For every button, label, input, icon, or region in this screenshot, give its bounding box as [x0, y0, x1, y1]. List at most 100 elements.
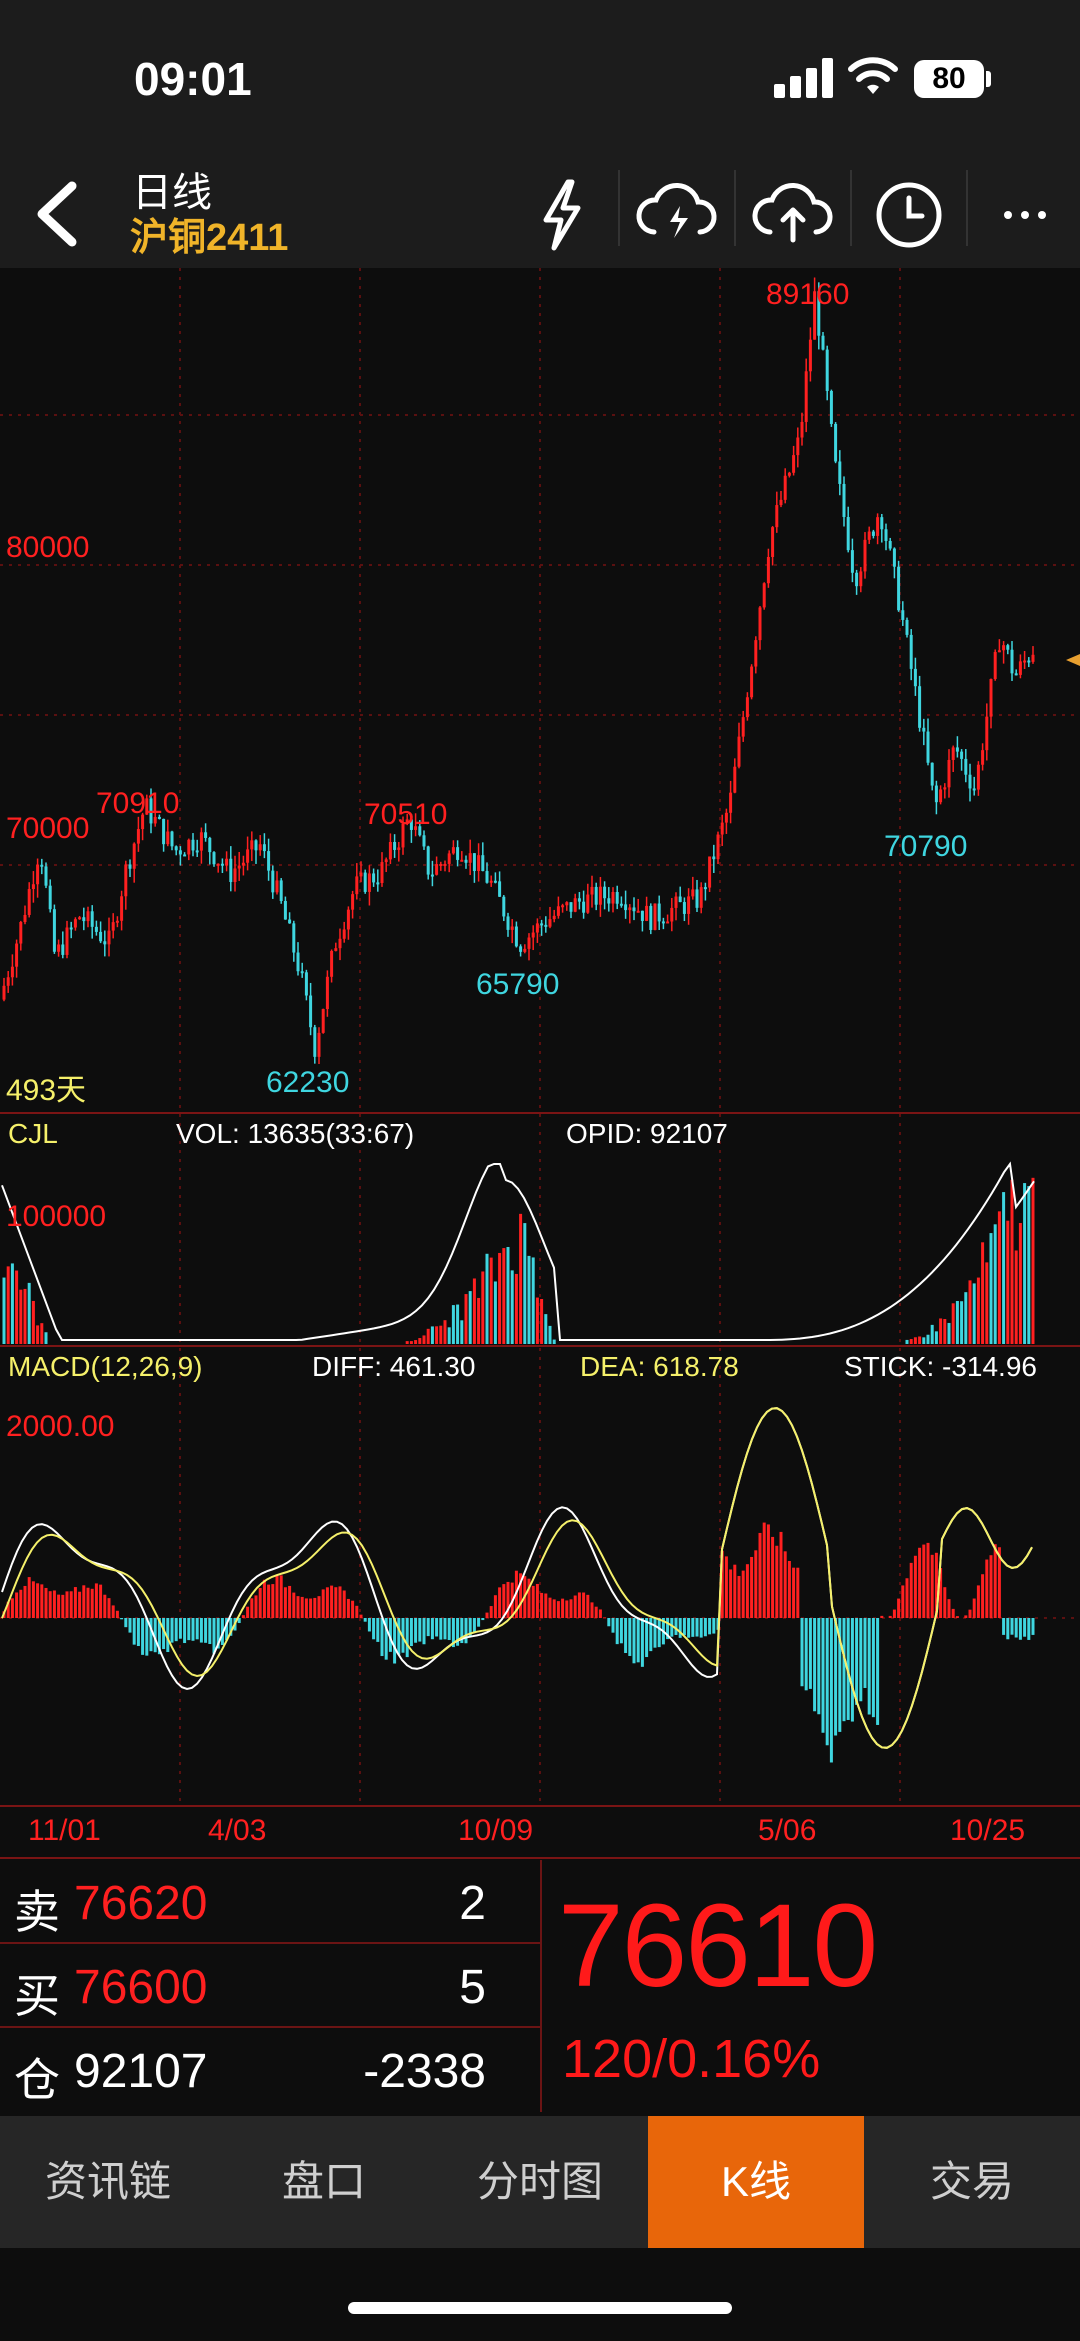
macd-bar	[485, 1612, 489, 1618]
price-axis-label: 80000	[6, 531, 89, 564]
candle-body	[901, 610, 905, 620]
contract-name[interactable]: 沪铜2411	[130, 206, 288, 261]
volume-bar	[2, 1277, 6, 1344]
macd-bar	[86, 1587, 90, 1618]
candle-body	[922, 727, 926, 732]
macd-bar	[1010, 1618, 1014, 1635]
candle-body	[477, 855, 481, 872]
candle-body	[615, 892, 619, 904]
price-axis-label: 70000	[6, 812, 89, 845]
candle-body	[1031, 654, 1035, 662]
macd-bar	[955, 1616, 959, 1618]
volume-bar	[1031, 1177, 1035, 1344]
back-arrow-icon[interactable]	[24, 174, 94, 254]
macd-bar	[964, 1615, 968, 1618]
candle-body	[430, 874, 434, 877]
macd-bar	[804, 1618, 808, 1691]
low-annotation: 65790	[476, 968, 559, 1001]
macd-bar	[729, 1569, 733, 1618]
candle-body	[947, 759, 951, 788]
cloud-download-icon[interactable]	[632, 170, 722, 260]
macd-bar	[304, 1598, 308, 1618]
volume-bar	[514, 1273, 518, 1344]
tab-news-chain[interactable]: 资讯链	[0, 2116, 216, 2248]
candle-body	[309, 995, 313, 1028]
tab-trade[interactable]: 交易	[864, 2116, 1080, 2248]
candle-body	[313, 1027, 317, 1057]
macd-bar	[27, 1577, 31, 1618]
volume-bar	[922, 1337, 926, 1344]
candle-body	[304, 972, 308, 996]
macd-bar	[149, 1618, 153, 1652]
candle-body	[472, 853, 476, 872]
volume-bar	[44, 1332, 48, 1344]
macd-bar	[334, 1587, 338, 1618]
macd-bar	[493, 1595, 497, 1618]
candle-body	[863, 539, 867, 572]
macd-bar	[262, 1579, 266, 1618]
macd-bar	[968, 1609, 972, 1618]
macd-bar	[750, 1556, 754, 1618]
volume-bar	[426, 1328, 430, 1344]
flash-icon[interactable]	[516, 170, 606, 260]
tab-kline[interactable]: K线	[648, 2116, 864, 2248]
candle-body	[724, 812, 728, 823]
macd-bar	[489, 1606, 493, 1618]
candle-body	[6, 977, 10, 986]
candle-body	[250, 840, 254, 850]
candle-body	[720, 822, 724, 835]
candle-body	[729, 792, 733, 813]
volume-bar	[10, 1263, 14, 1344]
candle-body	[195, 850, 199, 853]
candle-body	[334, 948, 338, 951]
more-icon[interactable]	[980, 170, 1070, 260]
tab-orderbook[interactable]: 盘口	[216, 2116, 432, 2248]
candle-body	[968, 774, 972, 789]
candle-body	[582, 901, 586, 913]
candle-body	[577, 898, 581, 902]
macd-bar	[947, 1599, 951, 1618]
open-interest-row: 仓 92107 -2338	[0, 2028, 540, 2112]
ask-row[interactable]: 卖 76620 2	[0, 1860, 540, 1944]
macd-bar	[447, 1618, 451, 1641]
tab-timeshare[interactable]: 分时图	[432, 2116, 648, 2248]
macd-bar	[905, 1578, 909, 1618]
volume-bar	[909, 1339, 913, 1344]
macd-bar	[120, 1618, 124, 1620]
macd-bar	[590, 1602, 594, 1618]
candle-body	[220, 863, 224, 866]
candle-body	[346, 909, 350, 930]
macd-bar	[10, 1598, 14, 1618]
kline-chart[interactable]: 80000 70000 89160 70910 70510 62230 6579…	[0, 268, 1080, 1860]
volume-bar	[443, 1320, 447, 1344]
candle-body	[115, 920, 119, 923]
macd-bar	[880, 1615, 884, 1618]
candle-body	[178, 850, 182, 855]
candle-body	[997, 650, 1001, 653]
macd-bar	[330, 1585, 334, 1618]
macd-bar	[145, 1618, 149, 1656]
volume-bar	[934, 1331, 938, 1344]
candle-body	[1023, 660, 1027, 663]
macd-bar	[99, 1584, 103, 1618]
candle-body	[367, 873, 371, 892]
macd-bar	[48, 1591, 52, 1618]
candle-body	[745, 697, 749, 718]
chart-canvas[interactable]: 80000 70000 89160 70910 70510 62230 6579…	[0, 268, 1080, 1860]
high-annotation: 89160	[766, 278, 849, 311]
macd-bar	[44, 1587, 48, 1618]
vol-axis-label: 100000	[6, 1200, 106, 1233]
macd-bar	[779, 1531, 783, 1618]
x-tick: 11/01	[28, 1814, 101, 1847]
macd-bar	[787, 1560, 791, 1618]
macd-bar	[548, 1597, 552, 1618]
bid-row[interactable]: 买 76600 5	[0, 1944, 540, 2028]
candle-body	[292, 923, 296, 953]
cloud-upload-icon[interactable]	[748, 170, 838, 260]
macd-bar	[825, 1618, 829, 1746]
clock-icon[interactable]	[864, 170, 954, 260]
candle-body	[716, 834, 720, 860]
candle-body	[451, 847, 455, 854]
candle-body	[183, 854, 187, 857]
volume-bar	[535, 1297, 539, 1344]
